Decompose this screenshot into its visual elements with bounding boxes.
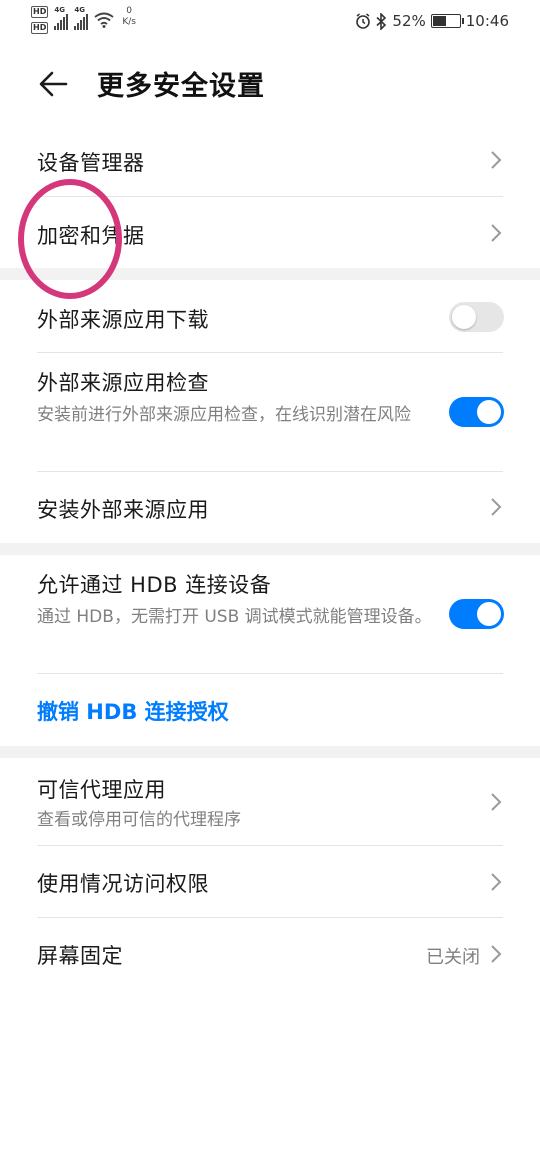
network-speed-value: 0 xyxy=(126,6,133,16)
network-type-2: 4G xyxy=(74,6,85,14)
trust-agents-description: 查看或停用可信的代理程序 xyxy=(37,810,241,830)
battery-icon xyxy=(430,14,464,28)
sim1-hd-badge: HD xyxy=(31,6,49,18)
screen-pinning-row[interactable]: 屏幕固定 已关闭 xyxy=(0,918,540,990)
usage-access-label: 使用情况访问权限 xyxy=(37,872,209,896)
page-header: 更多安全设置 xyxy=(0,56,540,112)
bluetooth-icon xyxy=(376,12,387,30)
status-right: 52% 10:46 xyxy=(355,10,509,32)
external-check-description: 安装前进行外部来源应用检查，在线识别潜在风险 xyxy=(37,405,411,425)
wifi-icon xyxy=(94,12,114,28)
network-speed-unit: K/s xyxy=(122,17,136,27)
device-manager-label: 设备管理器 xyxy=(37,151,145,175)
network-speed: 0 K/s xyxy=(122,6,136,28)
signal-2-icon: 4G xyxy=(74,6,89,30)
external-check-toggle[interactable] xyxy=(449,397,504,427)
install-external-label: 安装外部来源应用 xyxy=(37,498,209,522)
network-type-1: 4G xyxy=(54,6,65,14)
external-download-row[interactable]: 外部来源应用下载 xyxy=(0,280,540,352)
external-download-label: 外部来源应用下载 xyxy=(37,308,209,332)
chevron-right-icon xyxy=(491,945,502,963)
section-gap xyxy=(0,746,540,758)
hdb-allow-row[interactable]: 允许通过 HDB 连接设备 通过 HDB，无需打开 USB 调试模式就能管理设备… xyxy=(0,555,540,673)
install-external-row[interactable]: 安装外部来源应用 xyxy=(0,472,540,543)
sim-indicators: HD HD xyxy=(31,6,49,34)
sim2-hd-badge: HD xyxy=(31,22,49,34)
hdb-revoke-link[interactable]: 撤销 HDB 连接授权 xyxy=(37,696,229,726)
hdb-allow-description: 通过 HDB，无需打开 USB 调试模式就能管理设备。 xyxy=(37,607,432,627)
section-gap xyxy=(0,268,540,280)
trust-agents-label: 可信代理应用 xyxy=(37,778,166,802)
device-manager-row[interactable]: 设备管理器 xyxy=(0,124,540,196)
status-bar: HD HD 4G 4G 0 K/s 52% 10:46 xyxy=(0,0,540,44)
section-gap xyxy=(0,543,540,555)
chevron-right-icon xyxy=(491,793,502,811)
signal-1-icon: 4G xyxy=(54,6,69,30)
chevron-right-icon xyxy=(491,498,502,516)
page-title: 更多安全设置 xyxy=(97,71,265,102)
battery-fill xyxy=(432,16,446,26)
hdb-allow-toggle[interactable] xyxy=(449,599,504,629)
battery-percent: 52% xyxy=(392,12,426,30)
back-arrow-icon[interactable] xyxy=(36,66,72,102)
encryption-credentials-label: 加密和凭据 xyxy=(37,224,145,248)
alarm-icon xyxy=(356,13,371,29)
trust-agents-row[interactable]: 可信代理应用 查看或停用可信的代理程序 xyxy=(0,758,540,845)
screen-pinning-label: 屏幕固定 xyxy=(37,944,123,968)
external-check-label: 外部来源应用检查 xyxy=(37,371,209,395)
external-check-row[interactable]: 外部来源应用检查 安装前进行外部来源应用检查，在线识别潜在风险 xyxy=(0,353,540,471)
chevron-right-icon xyxy=(491,224,502,242)
usage-access-row[interactable]: 使用情况访问权限 xyxy=(0,846,540,917)
chevron-right-icon xyxy=(491,873,502,891)
external-download-toggle[interactable] xyxy=(449,302,504,332)
status-left: HD HD 4G 4G 0 K/s xyxy=(31,6,136,36)
screen-pinning-status: 已关闭 xyxy=(426,947,480,968)
hdb-allow-label: 允许通过 HDB 连接设备 xyxy=(37,573,272,597)
clock: 10:46 xyxy=(465,12,509,30)
encryption-credentials-row[interactable]: 加密和凭据 xyxy=(0,197,540,268)
chevron-right-icon xyxy=(491,151,502,169)
hdb-revoke-row[interactable]: 撤销 HDB 连接授权 xyxy=(0,674,540,746)
